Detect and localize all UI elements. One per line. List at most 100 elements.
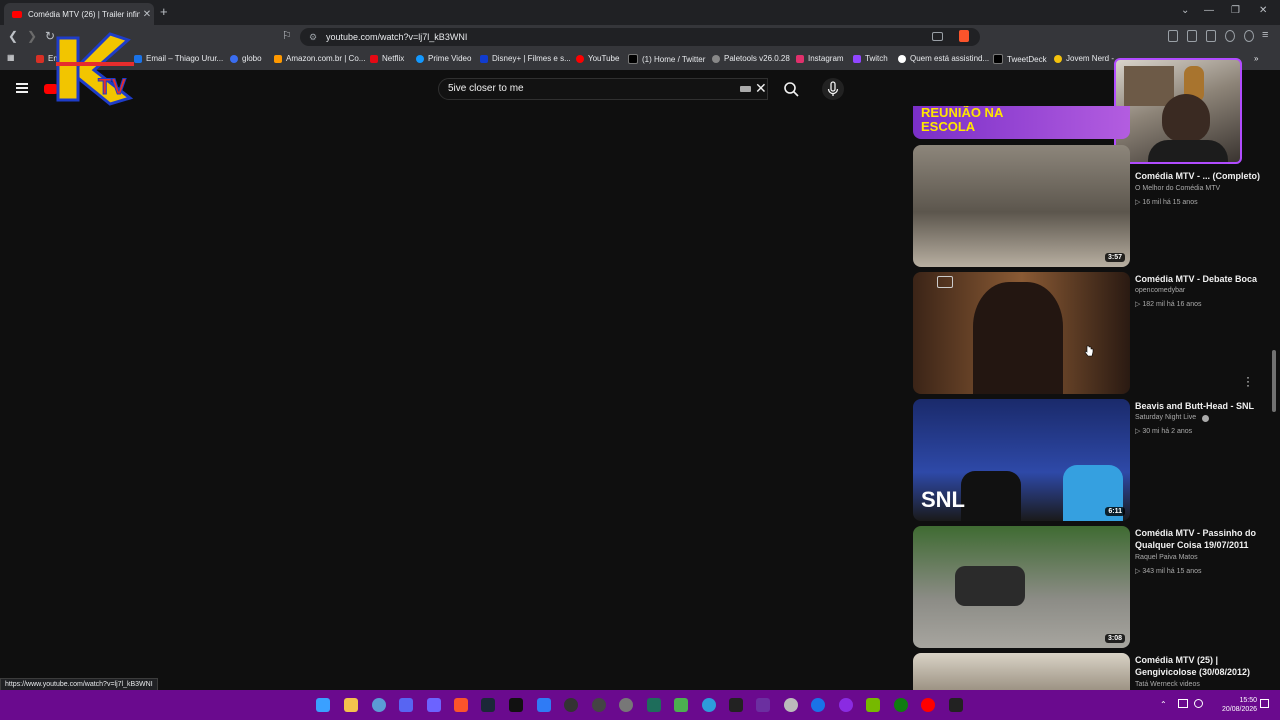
leo-icon[interactable] (1225, 30, 1235, 42)
app-icon[interactable] (729, 698, 743, 712)
app-icon[interactable] (372, 698, 386, 712)
close-window-button[interactable]: ✕ (1259, 5, 1267, 16)
clock[interactable]: 15:50 20/08/2026 (1222, 696, 1257, 714)
bookmark-jovem-nerd[interactable]: Jovem Nerd - (1054, 54, 1114, 63)
bookmark-amazon[interactable]: Amazon.com.br | Co... (274, 54, 365, 63)
bookmarks-overflow-icon[interactable]: » (1254, 54, 1258, 63)
clear-search-icon[interactable]: ✕ (755, 80, 767, 97)
channel-name[interactable]: O Melhor do Comédia MTV (1135, 185, 1220, 192)
miniplayer-icon[interactable] (937, 276, 953, 288)
site-info-icon[interactable]: ⚙ (309, 28, 317, 46)
wallet-icon[interactable] (1206, 30, 1216, 42)
video-title[interactable]: Comédia MTV (25) | Gengivicolose (30/08/… (1135, 654, 1265, 678)
globo-icon (230, 54, 238, 63)
channel-name[interactable]: Raquel Paiva Matos (1135, 554, 1198, 561)
video-thumbnail[interactable]: 3:08 (913, 526, 1130, 648)
back-button[interactable]: ❮ (8, 29, 18, 43)
network-icon[interactable] (1178, 699, 1188, 708)
app-icon[interactable] (537, 698, 551, 712)
search-query: 5ive closer to me (448, 83, 524, 94)
channel-name[interactable]: opencomedybar (1135, 287, 1185, 294)
restore-button[interactable]: ❐ (1231, 5, 1240, 16)
obs-icon[interactable] (592, 698, 606, 712)
tab-active[interactable]: Comédia MTV (26) | Trailer infini ✕ (4, 3, 154, 25)
app-icon[interactable] (427, 698, 441, 712)
notifications-icon[interactable] (1260, 699, 1269, 708)
search-input[interactable]: 5ive closer to me (438, 78, 768, 100)
bookmark-twitter[interactable]: (1) Home / Twitter (628, 54, 705, 64)
app-icon[interactable] (784, 698, 798, 712)
minimize-button[interactable]: — (1204, 5, 1214, 16)
apps-grid-icon[interactable]: ▦ (7, 53, 15, 62)
guide-menu-icon[interactable] (16, 83, 28, 93)
video-title[interactable]: Beavis and Butt-Head - SNL (1135, 400, 1265, 412)
tab-close-icon[interactable]: ✕ (140, 9, 154, 20)
video-thumbnail[interactable] (913, 653, 1130, 690)
bookmark-paletools[interactable]: Paletools v26.0.28 (712, 54, 790, 63)
thumb-car (955, 566, 1025, 606)
extensions-icon[interactable] (1168, 30, 1178, 42)
tray-chevron-icon[interactable]: ⌃ (1160, 700, 1167, 709)
channel-name[interactable]: Saturday Night Live (1135, 414, 1196, 421)
svg-text:TV: TV (98, 74, 126, 99)
keyboard-icon[interactable] (740, 86, 751, 92)
volume-icon[interactable] (1194, 699, 1203, 708)
bookmark-twitch[interactable]: Twitch (853, 54, 888, 63)
tab-search-icon[interactable]: ⌄ (1181, 5, 1189, 16)
file-explorer-icon[interactable] (344, 698, 358, 712)
url-field[interactable]: ⚙ youtube.com/watch?v=lj7l_kB3WNI (300, 28, 980, 46)
epic-games-icon[interactable] (509, 698, 523, 712)
app-icon[interactable] (647, 698, 661, 712)
start-icon[interactable] (316, 698, 330, 712)
video-title[interactable]: Comédia MTV - Passinho do Qualquer Coisa… (1135, 527, 1265, 551)
bookmark-prime-video[interactable]: Prime Video (416, 54, 471, 63)
bookmark-instagram[interactable]: Instagram (796, 54, 844, 63)
app-icon[interactable] (564, 698, 578, 712)
video-thumbnail[interactable]: SNL 6:11 (913, 399, 1130, 521)
vpn-icon[interactable] (1244, 30, 1254, 42)
bookmark-quem-esta-assistindo[interactable]: Quem está assistind... (898, 54, 989, 63)
more-actions-icon[interactable]: · · · (1244, 371, 1252, 391)
sidebar-icon[interactable] (1187, 30, 1197, 42)
thumb-person (961, 471, 1021, 521)
bookmark-icon[interactable]: ⚐ (282, 29, 292, 42)
bookmark-tweetdeck[interactable]: TweetDeck (993, 54, 1047, 64)
bookmark-netflix[interactable]: Netflix (370, 54, 404, 63)
scrollbar-thumb[interactable] (1272, 350, 1276, 412)
address-bar-row: ❮ ❯ ↻ ⚐ ⚙ youtube.com/watch?v=lj7l_kB3WN… (0, 25, 1280, 49)
cast-icon[interactable] (932, 32, 943, 41)
brave-shields-icon[interactable] (959, 30, 969, 42)
video-thumbnail[interactable] (913, 272, 1130, 394)
prime-video-icon (416, 54, 424, 63)
channel-name[interactable]: Tatá Werneck videos (1135, 681, 1200, 688)
bookmark-youtube[interactable]: YouTube (576, 54, 619, 63)
video-title[interactable]: Comédia MTV - Debate Boca (1135, 273, 1265, 285)
video-title[interactable]: Comédia MTV - ... (Completo) (1135, 170, 1265, 182)
nvidia-icon[interactable] (866, 698, 880, 712)
app-icon[interactable] (839, 698, 853, 712)
app-icon[interactable] (674, 698, 688, 712)
video-meta: ▷ 16 mil há 15 anos (1135, 199, 1198, 206)
app-icon[interactable] (619, 698, 633, 712)
youtube-masthead: 5ive closer to me (0, 70, 1280, 108)
app-icon[interactable] (949, 698, 963, 712)
xbox-icon[interactable] (894, 698, 908, 712)
forward-button[interactable]: ❯ (27, 29, 37, 43)
video-meta: ▷ 343 mil há 15 anos (1135, 568, 1202, 575)
discord-icon[interactable] (399, 698, 413, 712)
app-icon[interactable] (756, 698, 770, 712)
bookmark-disney[interactable]: Disney+ | Filmes e s... (480, 54, 571, 63)
brave-icon[interactable] (454, 698, 468, 712)
video-thumbnail[interactable]: 3:57 (913, 145, 1130, 267)
search-icon[interactable] (776, 78, 806, 100)
mic-icon[interactable] (822, 78, 844, 100)
app-icon[interactable] (702, 698, 716, 712)
menu-icon[interactable]: ≡ (1262, 29, 1268, 41)
bookmark-outlook[interactable]: Email – Thiago Urur... (134, 54, 223, 63)
steam-icon[interactable] (481, 698, 495, 712)
app-icon[interactable] (921, 698, 935, 712)
new-tab-button[interactable]: + (160, 4, 168, 19)
app-icon[interactable] (811, 698, 825, 712)
bookmark-globo[interactable]: globo (230, 54, 262, 63)
video-thumbnail[interactable]: REUNIÃO NA ESCOLA (913, 106, 1130, 139)
